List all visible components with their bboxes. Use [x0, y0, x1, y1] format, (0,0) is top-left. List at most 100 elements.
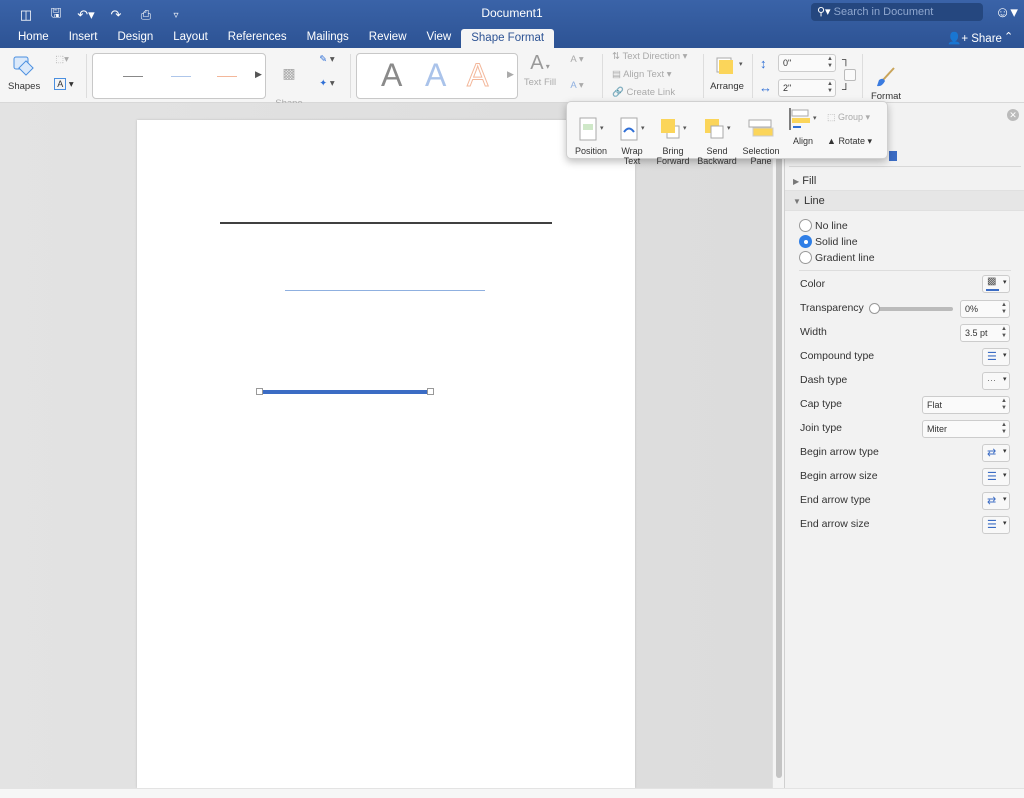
- tab-layout[interactable]: Layout: [163, 29, 218, 48]
- gallery-expand-icon[interactable]: ▶: [255, 69, 262, 80]
- text-direction-button[interactable]: ⇅ Text Direction ▾: [612, 51, 702, 62]
- text-box-icon[interactable]: A ▾: [50, 78, 78, 90]
- divider: [86, 54, 87, 98]
- create-link-button[interactable]: 🔗 Create Link: [612, 87, 702, 98]
- line-style-blue[interactable]: [171, 76, 191, 77]
- dash-lines-icon: ⋯: [987, 375, 996, 385]
- selection-handle-start[interactable]: [256, 388, 263, 395]
- tab-review[interactable]: Review: [359, 29, 417, 48]
- transparency-slider-handle[interactable]: [869, 303, 880, 314]
- text-fill-button[interactable]: A ▾ Text Fill: [522, 52, 558, 88]
- shapes-button[interactable]: Shapes: [8, 54, 40, 92]
- line-width-field[interactable]: 3.5 pt ▲ ▼: [960, 324, 1010, 342]
- divider: [350, 54, 351, 98]
- position-button[interactable]: ▾ Position: [571, 106, 611, 166]
- vertical-scrollbar[interactable]: [772, 103, 784, 788]
- line-style-orange[interactable]: [217, 76, 237, 77]
- feedback-smiley-icon[interactable]: ☺▾: [995, 3, 1018, 21]
- tab-references[interactable]: References: [218, 29, 297, 48]
- wordart-style-gray[interactable]: A: [381, 57, 402, 94]
- end-arrow-size-dropdown[interactable]: ☰ ▾: [982, 516, 1010, 534]
- gradient-line-radio[interactable]: [799, 251, 812, 264]
- svg-text:▾: ▾: [641, 125, 645, 132]
- collapse-ribbon-icon[interactable]: ⌃: [1004, 30, 1013, 43]
- wordart-style-outline[interactable]: A: [466, 57, 488, 94]
- divider: [862, 54, 863, 98]
- search-input[interactable]: ⚲▾ Search in Document: [811, 3, 983, 21]
- paint-bucket-icon: ▩: [987, 276, 997, 287]
- line-color-picker[interactable]: ▩ ▾: [982, 275, 1010, 293]
- dash-type-dropdown[interactable]: ⋯ ▾: [982, 372, 1010, 390]
- no-line-radio[interactable]: [799, 219, 812, 232]
- transparency-field[interactable]: 0% ▲ ▼: [960, 300, 1010, 318]
- line-light-blue[interactable]: [285, 290, 485, 291]
- send-backward-button[interactable]: ▾ Send Backward: [695, 106, 739, 176]
- width-icon: ↔: [759, 80, 772, 95]
- tab-home[interactable]: Home: [8, 29, 59, 48]
- shape-effects-button[interactable]: ✦ ▾: [312, 78, 342, 89]
- height-stepper[interactable]: ▲ ▼: [827, 56, 833, 70]
- compound-lines-icon: ☰: [987, 351, 997, 363]
- shape-height-field[interactable]: 0" ▲ ▼: [778, 54, 836, 72]
- divider: [799, 270, 1011, 271]
- wordart-style-blue[interactable]: A: [425, 57, 446, 94]
- format-shape-pane: ✕ ▶ Fill ▼ Line No line Solid line Gradi…: [784, 103, 1024, 788]
- wrap-text-button[interactable]: ▾ Wrap Text: [613, 106, 651, 176]
- tab-shape-format[interactable]: Shape Format: [461, 29, 555, 48]
- align-button[interactable]: ▾ Align: [785, 106, 821, 146]
- text-outline-icon[interactable]: A ▾: [565, 54, 589, 65]
- divider: [752, 54, 753, 98]
- arrange-button[interactable]: ▾ Arrange: [708, 54, 746, 92]
- status-bar: [0, 788, 1024, 798]
- shape-width-field[interactable]: 2" ▲ ▼: [778, 79, 836, 97]
- transparency-stepper[interactable]: ▲ ▼: [1001, 302, 1007, 316]
- ribbon: Shapes ⬚▾ A ▾ ▶ ▩ Shape Fill ✎ ▾ ✦ ▾ A A…: [0, 48, 1024, 119]
- line-style-gray[interactable]: [123, 76, 143, 77]
- tab-design[interactable]: Design: [107, 29, 163, 48]
- begin-arrow-size-dropdown[interactable]: ☰ ▾: [982, 468, 1010, 486]
- close-pane-icon[interactable]: ✕: [1007, 109, 1019, 121]
- shape-outline-button[interactable]: ✎ ▾: [312, 54, 342, 65]
- shape-options-tab-icon[interactable]: [889, 151, 897, 161]
- cap-type-select[interactable]: Flat ▲ ▼: [922, 396, 1010, 414]
- rotate-button[interactable]: ▲ Rotate ▾: [827, 136, 885, 147]
- bring-forward-button[interactable]: ▾ Bring Forward: [653, 106, 693, 176]
- svg-text:▾: ▾: [727, 125, 731, 132]
- lock-aspect-ratio-checkbox[interactable]: [844, 69, 856, 81]
- compound-type-dropdown[interactable]: ☰ ▾: [982, 348, 1010, 366]
- tab-insert[interactable]: Insert: [59, 29, 108, 48]
- line-selected-blue[interactable]: [259, 390, 431, 394]
- line-black[interactable]: [220, 222, 552, 224]
- begin-arrow-type-dropdown[interactable]: ⇄ ▾: [982, 444, 1010, 462]
- line-styles-gallery[interactable]: ▶: [92, 53, 266, 99]
- wordart-styles-gallery[interactable]: A A A ▶: [356, 53, 518, 99]
- line-section-header[interactable]: ▼ Line: [785, 191, 1024, 211]
- divider: [703, 54, 704, 98]
- width-stepper[interactable]: ▲ ▼: [827, 81, 833, 95]
- end-arrow-type-dropdown[interactable]: ⇄ ▾: [982, 492, 1010, 510]
- send-backward-icon: ▾: [705, 119, 731, 139]
- document-page[interactable]: [137, 120, 635, 788]
- share-button[interactable]: 👤+ Share: [947, 31, 1002, 45]
- group-button[interactable]: ⬚ Group ▾: [827, 112, 885, 123]
- selection-pane-button[interactable]: Selection Pane: [739, 106, 783, 176]
- end-arrow-size-label: End arrow size: [800, 518, 870, 530]
- tab-view[interactable]: View: [417, 29, 462, 48]
- selection-pane-icon: [748, 119, 774, 137]
- join-type-select[interactable]: Miter ▲ ▼: [922, 420, 1010, 438]
- ribbon-tabs: Home Insert Design Layout References Mai…: [8, 29, 555, 48]
- align-text-button[interactable]: ▤ Align Text ▾: [612, 69, 702, 80]
- fill-section-header[interactable]: ▶ Fill: [785, 171, 1024, 191]
- solid-line-radio[interactable]: [799, 235, 812, 248]
- dash-type-label: Dash type: [800, 374, 848, 386]
- scrollbar-thumb[interactable]: [776, 148, 782, 778]
- gallery-expand-icon[interactable]: ▶: [507, 69, 514, 80]
- select-arrows-icon: ▲ ▼: [1001, 422, 1007, 435]
- selection-handle-end[interactable]: [427, 388, 434, 395]
- transparency-slider[interactable]: [873, 307, 953, 311]
- tab-mailings[interactable]: Mailings: [297, 29, 359, 48]
- line-width-stepper[interactable]: ▲ ▼: [1001, 326, 1007, 340]
- edit-shape-icon[interactable]: ⬚▾: [50, 54, 74, 65]
- arrow-type-icon: ⇄: [987, 495, 997, 507]
- text-effects-icon[interactable]: A ▾: [565, 80, 589, 91]
